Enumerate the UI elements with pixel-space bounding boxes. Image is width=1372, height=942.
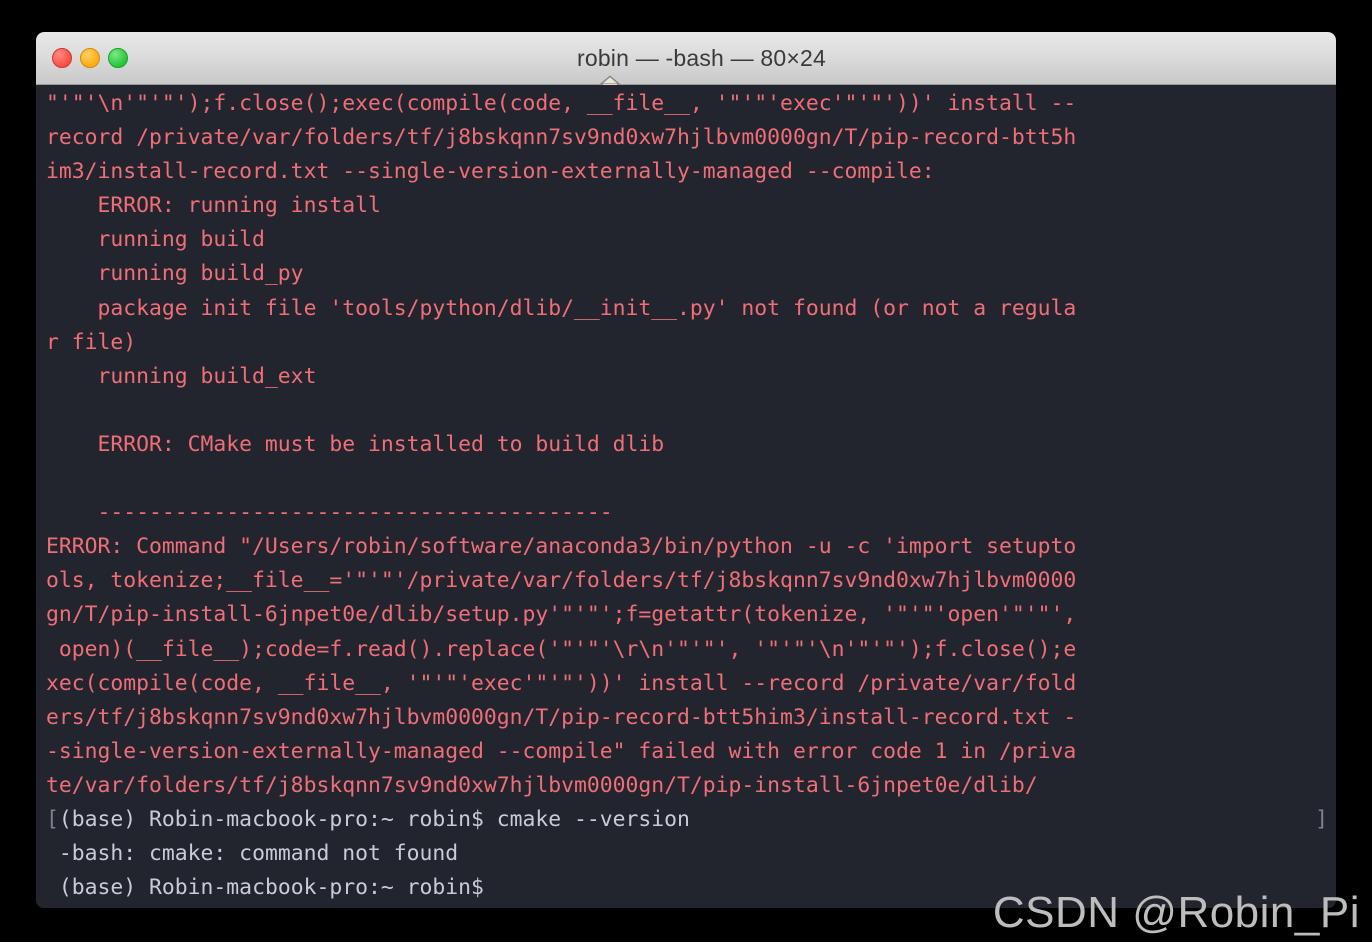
terminal-line-text: r file) — [46, 329, 137, 355]
terminal-line: xec(compile(code, __file__, '"'"'exec'"'… — [46, 667, 1336, 701]
home-icon — [546, 47, 621, 94]
terminal-line-text: xec(compile(code, __file__, '"'"'exec'"'… — [46, 670, 1077, 696]
line-gutter — [46, 875, 59, 900]
window-title: robin — -bash — 80×24 — [546, 44, 827, 94]
terminal-line-text: running build_ext — [46, 363, 317, 389]
terminal-line-text: running build — [46, 227, 265, 253]
window-title-bar[interactable]: robin — -bash — 80×24 — [36, 32, 1336, 94]
terminal-line: ers/tf/j8bskqnn7sv9nd0xw7hjlbvm0000gn/T/… — [46, 701, 1336, 735]
terminal-line: ERROR: running install — [46, 189, 1336, 223]
wrap-marker-open: [ — [46, 806, 59, 832]
terminal-line-text: im3/install-record.txt --single-version-… — [46, 159, 935, 185]
terminal-line-text: -bash: cmake: command not found — [58, 841, 459, 867]
terminal-line-text: ERROR: CMake must be installed to build … — [46, 431, 665, 457]
terminal-line-text: te/var/folders/tf/j8bskqnn7sv9nd0xw7hjlb… — [46, 772, 1038, 798]
wrap-marker-close: ] — [1315, 807, 1328, 833]
terminal-line: ols, tokenize;__file__='"'"'/private/var… — [46, 564, 1336, 598]
terminal-line: gn/T/pip-install-6jnpet0e/dlib/setup.py'… — [46, 598, 1336, 632]
terminal-line: running build_py — [46, 257, 1336, 291]
window-title-label: robin — -bash — 80×24 — [576, 44, 827, 71]
terminal-line: ERROR: CMake must be installed to build … — [46, 428, 1336, 462]
terminal-line-text: package init file 'tools/python/dlib/__i… — [46, 295, 1077, 321]
window-controls[interactable] — [52, 32, 128, 84]
terminal-body[interactable]: "'"'\n'"'"');f.close();exec(compile(code… — [36, 85, 1336, 908]
terminal-line-text: record /private/var/folders/tf/j8bskqnn7… — [46, 125, 1077, 151]
terminal-line: open)(__file__);code=f.read().replace('"… — [46, 633, 1336, 667]
terminal-line: [(base) Robin-macbook-pro:~ robin$ cmake… — [46, 803, 1336, 837]
terminal-line-text: gn/T/pip-install-6jnpet0e/dlib/setup.py'… — [46, 602, 1077, 628]
terminal-line: ERROR: Command "/Users/robin/software/an… — [46, 530, 1336, 564]
terminal-line-text: ERROR: running install — [46, 193, 381, 219]
terminal-line-text: ---------------------------------------- — [46, 500, 613, 526]
terminal-line: running build_ext — [46, 360, 1336, 394]
terminal-line: -bash: cmake: command not found — [46, 837, 1336, 871]
terminal-line: ---------------------------------------- — [46, 496, 1336, 530]
terminal-line: im3/install-record.txt --single-version-… — [46, 155, 1336, 189]
maximize-button[interactable] — [108, 48, 128, 68]
terminal-line-text: ers/tf/j8bskqnn7sv9nd0xw7hjlbvm0000gn/T/… — [46, 704, 1077, 730]
terminal-line-text: (base) Robin-macbook-pro:~ robin$ — [58, 875, 484, 901]
terminal-line-text: -single-version-externally-managed --com… — [46, 738, 1077, 764]
terminal-line: running build — [46, 223, 1336, 257]
terminal-line: r file) — [46, 326, 1336, 360]
line-gutter — [46, 841, 59, 866]
terminal-line-text: (base) Robin-macbook-pro:~ robin$ cmake … — [58, 806, 690, 832]
terminal-line: "'"'\n'"'"');f.close();exec(compile(code… — [46, 87, 1336, 121]
terminal-line-text: "'"'\n'"'"');f.close();exec(compile(code… — [46, 91, 1077, 116]
terminal-line-text: running build_py — [46, 261, 304, 287]
terminal-window[interactable]: robin — -bash — 80×24 "'"'\n'"'"');f.clo… — [36, 32, 1336, 908]
terminal-line-text: ERROR: Command "/Users/robin/software/an… — [46, 534, 1077, 560]
terminal-line: -single-version-externally-managed --com… — [46, 735, 1336, 769]
terminal-line: record /private/var/folders/tf/j8bskqnn7… — [46, 121, 1336, 155]
close-button[interactable] — [52, 48, 72, 68]
minimize-button[interactable] — [80, 48, 100, 68]
terminal-line-text: open)(__file__);code=f.read().replace('"… — [46, 636, 1077, 662]
terminal-screen[interactable]: "'"'\n'"'"');f.close();exec(compile(code… — [36, 87, 1336, 905]
watermark: CSDN @Robin_Pi — [992, 888, 1360, 937]
terminal-line: package init file 'tools/python/dlib/__i… — [46, 292, 1336, 326]
terminal-line-text: ols, tokenize;__file__='"'"'/private/var… — [46, 568, 1077, 594]
terminal-line: te/var/folders/tf/j8bskqnn7sv9nd0xw7hjlb… — [46, 769, 1336, 803]
